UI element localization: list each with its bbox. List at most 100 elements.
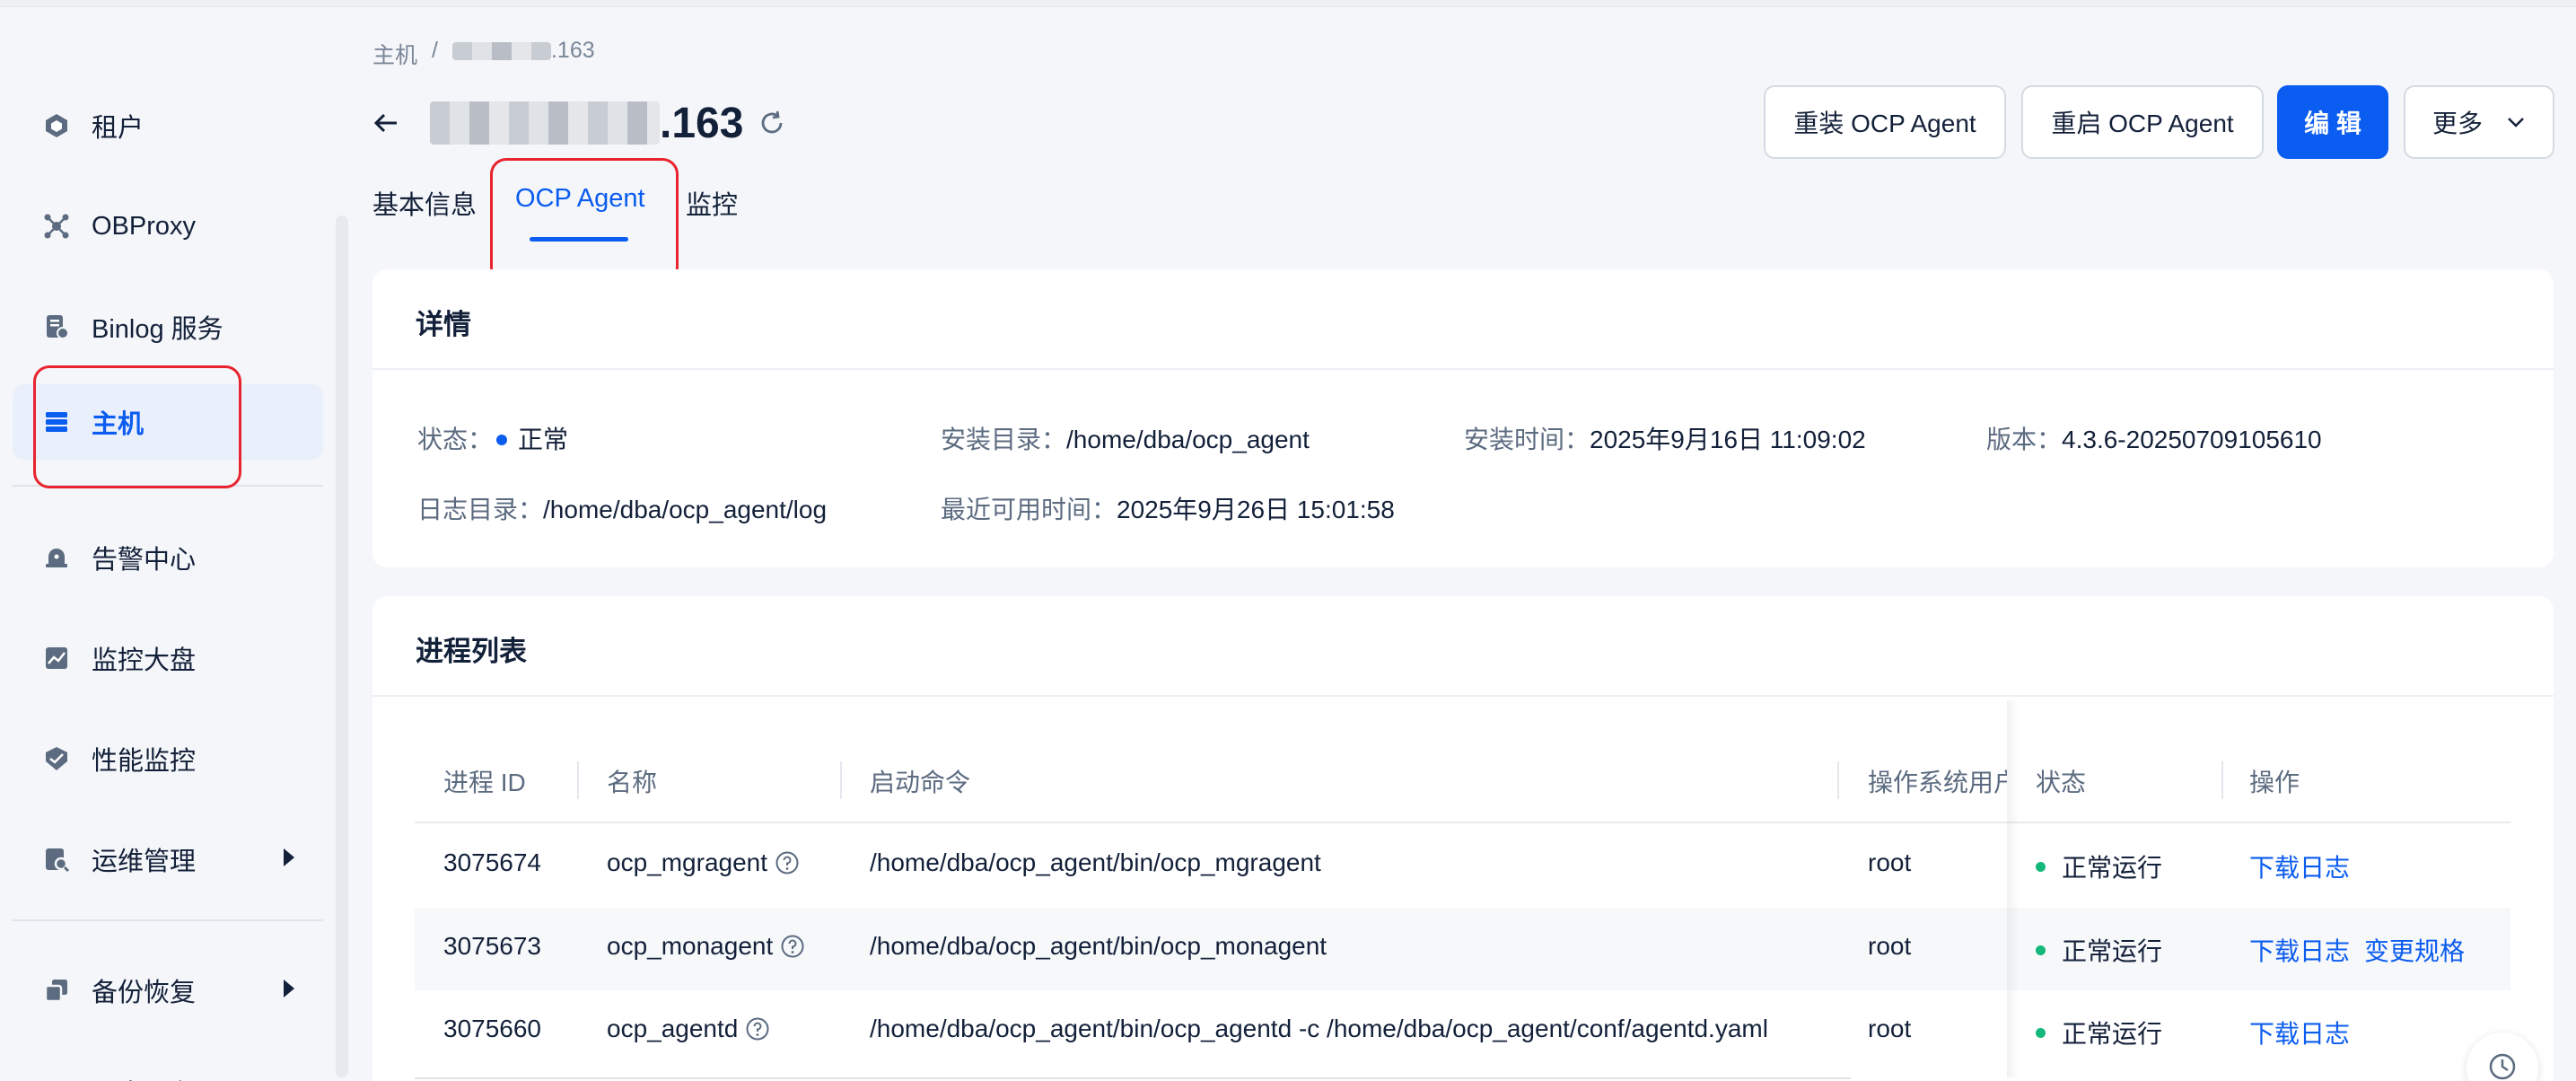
sidebar-item-label: Binlog 服务	[92, 315, 223, 344]
sidebar-item-dashboard[interactable]: 监控大盘	[13, 620, 323, 696]
column-header-name: 名称	[607, 769, 658, 796]
column-separator	[577, 761, 579, 799]
cell-command: /home/dba/ocp_agent/bin/ocp_mgragent	[870, 848, 1321, 876]
cell-os-user: root	[1868, 1015, 1912, 1042]
sidebar-item-performance[interactable]: 性能监控	[13, 721, 323, 796]
breadcrumb: 主机 / .163	[372, 38, 595, 70]
status-dot-icon	[496, 434, 508, 445]
redacted-ip	[430, 101, 660, 145]
restart-agent-button[interactable]: 重启 OCP Agent	[2021, 85, 2264, 159]
log-icon	[41, 1077, 72, 1081]
version-field: 版本：4.3.6-20250709105610	[1986, 426, 2322, 453]
sidebar-divider	[13, 485, 323, 487]
status-running-dot-icon	[2036, 1027, 2046, 1038]
change-spec-link[interactable]: 变更规格	[2364, 932, 2465, 968]
sidebar-item-label: 主机	[92, 410, 145, 439]
redacted-ip	[451, 42, 551, 61]
tab-monitor[interactable]: 监控	[686, 184, 738, 222]
sidebar-divider	[13, 919, 323, 921]
cell-command: /home/dba/ocp_agent/bin/ocp_agentd -c /h…	[870, 1015, 1768, 1042]
sidebar-item-host[interactable]: 主机	[13, 384, 323, 460]
clock-icon	[2487, 1051, 2518, 1081]
window-top-edge	[0, 0, 2576, 7]
more-dropdown-button[interactable]: 更多	[2404, 85, 2554, 159]
sidebar-item-label: OBProxy	[92, 211, 197, 241]
column-separator	[840, 761, 842, 799]
sidebar-item-backup[interactable]: 备份恢复	[13, 953, 323, 1028]
fixed-column-shadow	[2007, 700, 2020, 1077]
sidebar-item-label: 告警中心	[92, 546, 197, 575]
binlog-icon	[41, 312, 72, 342]
sidebar-item-tenant[interactable]: 租户	[13, 88, 323, 163]
cell-status: 正常运行	[2036, 848, 2162, 884]
sidebar-item-log[interactable]: 日志服务	[13, 1054, 323, 1081]
refresh-icon[interactable]	[758, 107, 790, 139]
ops-icon	[41, 844, 72, 874]
highlight-box-tab	[490, 158, 679, 284]
column-header-command: 启动命令	[870, 769, 971, 796]
sidebar-item-label: 监控大盘	[92, 646, 197, 675]
cell-os-user: root	[1868, 848, 1912, 876]
host-icon	[41, 407, 72, 437]
more-label: 更多	[2431, 110, 2483, 137]
details-card: 详情 状态： 正常 安装目录：/home/dba/ocp_agent 安装时间：2…	[372, 269, 2554, 567]
sidebar-item-label: 性能监控	[92, 747, 197, 776]
expand-arrow-icon[interactable]	[284, 848, 294, 866]
sidebar-scrollbar[interactable]	[336, 215, 348, 1077]
sidebar-item-label: 日志服务	[92, 1073, 196, 1081]
cell-status: 正常运行	[2036, 932, 2162, 968]
cell-name: ocp_agentd	[607, 1015, 770, 1043]
column-separator	[1837, 761, 1839, 799]
page-title-row: .163	[372, 94, 790, 152]
sidebar-item-binlog[interactable]: Binlog 服务	[13, 289, 323, 365]
cell-pid: 3075674	[443, 848, 542, 876]
dashboard-icon	[41, 643, 72, 673]
last-available-field: 最近可用时间：2025年9月26日 15:01:58	[941, 496, 1395, 523]
log-dir-field: 日志目录：/home/dba/ocp_agent/log	[417, 496, 828, 523]
column-header-actions: 操作	[2249, 769, 2300, 796]
card-divider	[372, 695, 2554, 697]
cell-pid: 3075673	[443, 932, 542, 960]
cell-os-user: root	[1868, 932, 1912, 960]
edit-button[interactable]: 编 辑	[2277, 85, 2388, 159]
download-log-link[interactable]: 下载日志	[2249, 932, 2350, 968]
download-log-link[interactable]: 下载日志	[2249, 1015, 2350, 1050]
breadcrumb-separator: /	[432, 38, 438, 63]
cell-pid: 3075660	[443, 1015, 542, 1042]
page-title: .163	[660, 99, 744, 147]
reinstall-agent-button[interactable]: 重装 OCP Agent	[1764, 85, 2006, 159]
question-circle-icon[interactable]	[745, 1016, 770, 1041]
tab-basic-info[interactable]: 基本信息	[372, 184, 477, 222]
performance-icon	[41, 743, 72, 774]
breadcrumb-current: .163	[451, 38, 595, 70]
tab-ocp-agent[interactable]: OCP Agent	[515, 184, 645, 214]
column-header-status: 状态	[2036, 769, 2087, 796]
sidebar-item-label: 备份恢复	[92, 979, 197, 1007]
breadcrumb-root[interactable]: 主机	[372, 38, 417, 70]
question-circle-icon[interactable]	[775, 850, 800, 875]
question-circle-icon[interactable]	[780, 934, 805, 959]
column-header-os-user: 操作系统用户	[1868, 769, 2007, 796]
backup-icon	[41, 975, 72, 1006]
status-field: 状态： 正常	[417, 426, 569, 453]
sidebar-item-label: 租户	[92, 114, 145, 143]
cell-name: ocp_mgragent	[607, 848, 800, 877]
sidebar-item-alarm[interactable]: 告警中心	[13, 520, 323, 595]
install-dir-field: 安装目录：/home/dba/ocp_agent	[941, 426, 1310, 453]
process-list-card: 进程列表	[372, 596, 2554, 1081]
table-header-divider	[415, 822, 2510, 823]
tenant-icon	[41, 110, 72, 141]
install-time-field: 安装时间：2025年9月16日 11:09:02	[1464, 426, 1866, 453]
process-list-title: 进程列表	[416, 636, 527, 667]
expand-arrow-icon[interactable]	[284, 980, 294, 998]
chevron-down-icon	[2506, 112, 2526, 132]
column-separator	[2221, 761, 2223, 799]
sidebar-item-obproxy[interactable]: OBProxy	[13, 189, 323, 264]
sidebar-item-ops[interactable]: 运维管理	[13, 822, 323, 897]
column-header-pid: 进程 ID	[443, 769, 526, 796]
status-running-dot-icon	[2036, 861, 2046, 872]
horizontal-scrollbar[interactable]	[415, 1077, 1851, 1079]
obproxy-icon	[41, 211, 72, 242]
download-log-link[interactable]: 下载日志	[2249, 848, 2350, 884]
back-arrow-icon[interactable]	[372, 108, 403, 138]
